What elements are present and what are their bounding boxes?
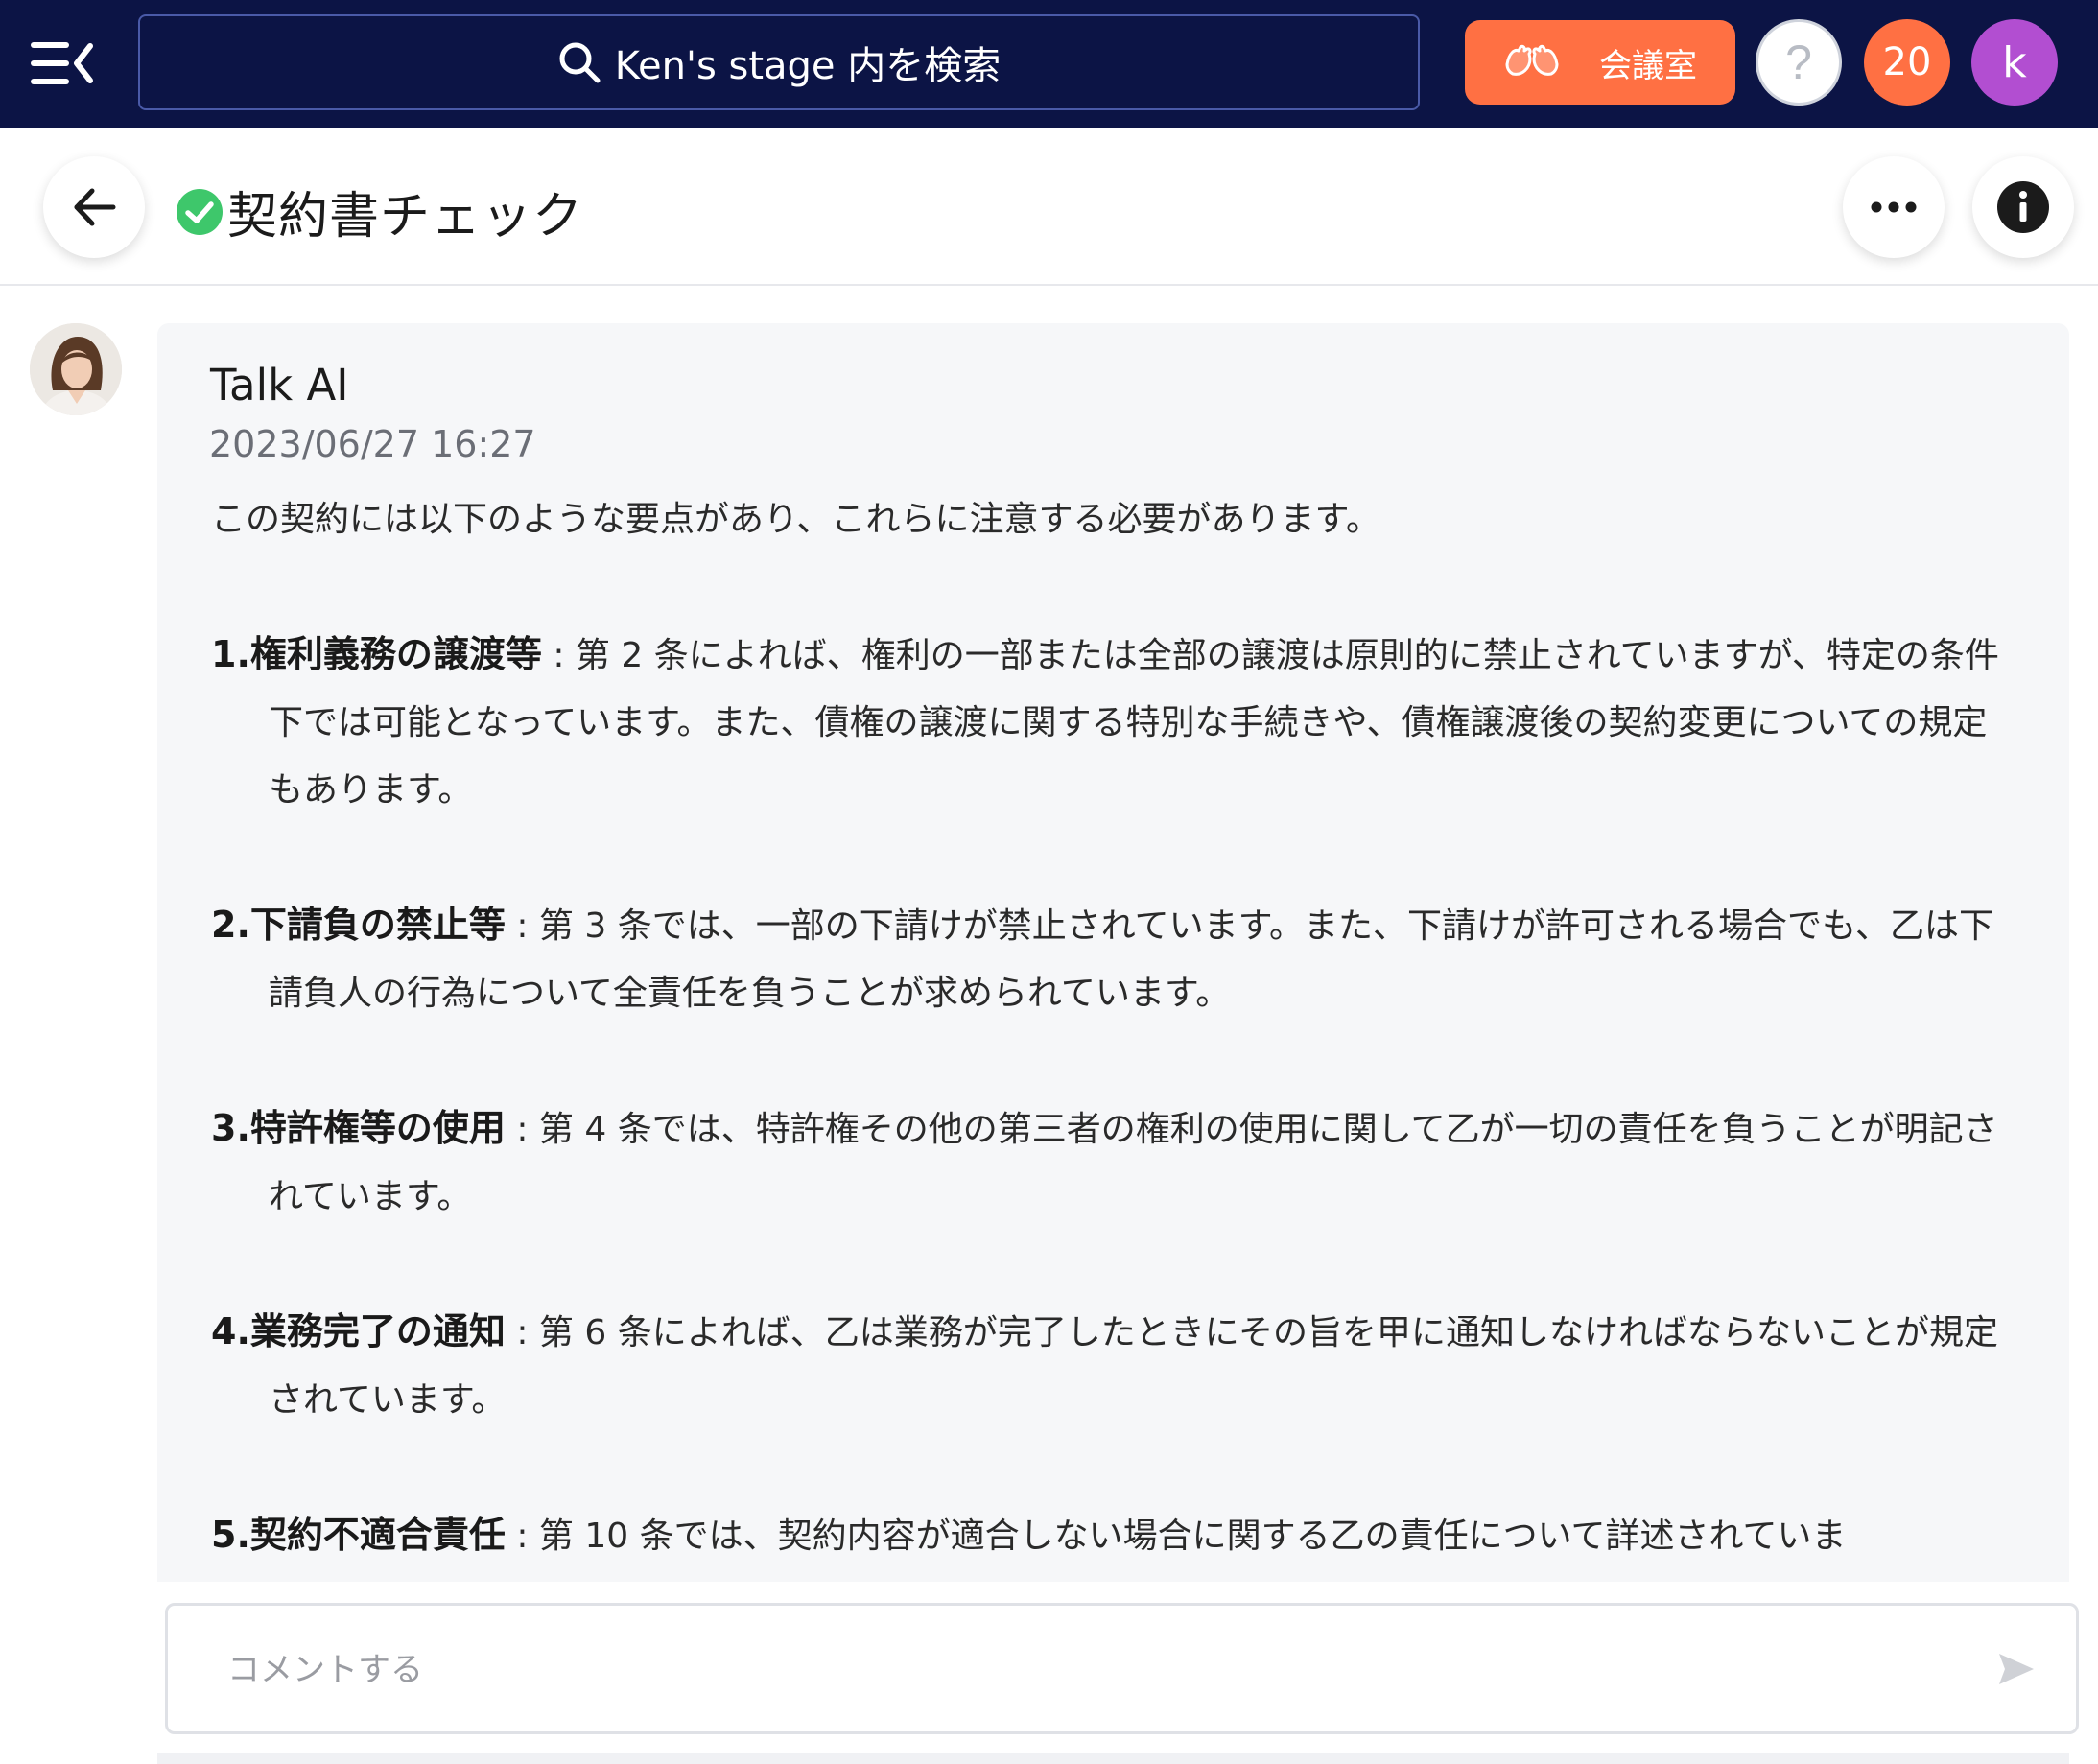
- point-number: 2.: [211, 904, 250, 946]
- message-card: Talk AI 2023/06/27 16:27 この契約には以下のような要点が…: [157, 323, 2069, 1582]
- back-button[interactable]: [43, 156, 145, 258]
- point-separator: :: [505, 906, 539, 946]
- user-avatar[interactable]: k: [1971, 19, 2058, 106]
- page-title: 契約書チェック: [227, 188, 584, 246]
- comment-box: [165, 1603, 2079, 1734]
- help-label: ?: [1785, 35, 1812, 89]
- info-button[interactable]: [1972, 156, 2074, 258]
- point-separator: :: [505, 1517, 539, 1556]
- point-number: 3.: [211, 1107, 250, 1149]
- notification-badge[interactable]: 20: [1864, 19, 1950, 106]
- point-separator: :: [505, 1313, 539, 1352]
- search-icon: [559, 42, 601, 83]
- check-circle-icon: [177, 188, 223, 235]
- point-title: 業務完了の通知: [249, 1310, 506, 1352]
- point-number: 5.: [211, 1514, 250, 1556]
- list-item: 3.特許権等の使用 : 第 4 条では、特許権その他の第三者の権利の使用に関して…: [211, 1094, 2015, 1231]
- point-number: 4.: [211, 1310, 250, 1352]
- search-input[interactable]: Ken's stage 内を検索: [138, 14, 1420, 110]
- point-title: 契約不適合責任: [249, 1514, 506, 1556]
- meeting-room-button[interactable]: 会議室: [1465, 20, 1735, 105]
- notification-count: 20: [1882, 40, 1932, 84]
- point-title: 特許権等の使用: [249, 1107, 506, 1149]
- point-title: 下請負の禁止等: [249, 904, 506, 946]
- list-item: 5.契約不適合責任 : 第 10 条では、契約内容が適合しない場合に関する乙の責…: [211, 1501, 2015, 1570]
- send-button[interactable]: [1995, 1648, 2038, 1690]
- list-item: 4.業務完了の通知 : 第 6 条によれば、乙は業務が完了したときにその旨を甲に…: [211, 1298, 2015, 1434]
- point-text: 第 10 条では、契約内容が適合しない場合に関する乙の責任について詳述されていま: [538, 1517, 1847, 1556]
- footer-strip: [157, 1753, 2069, 1764]
- user-initial: k: [2002, 37, 2027, 87]
- message-timestamp: 2023/06/27 16:27: [209, 423, 536, 465]
- more-horizontal-icon: [1871, 201, 1917, 213]
- message-body: この契約には以下のような要点があり、これらに注意する必要があります。 1.権利義…: [211, 486, 2015, 1582]
- sender-name: Talk AI: [210, 360, 349, 411]
- list-item: 1.権利義務の譲渡等 : 第 2 条によれば、権利の一部または全部の譲渡は原則的…: [211, 621, 2015, 824]
- point-separator: :: [505, 1110, 539, 1149]
- point-title: 権利義務の譲渡等: [249, 633, 542, 675]
- ai-avatar[interactable]: [30, 323, 122, 415]
- comment-input[interactable]: [225, 1606, 1956, 1733]
- point-number: 1.: [211, 633, 250, 675]
- profile-photo-icon: [30, 323, 122, 415]
- hands-icon: [1505, 44, 1559, 76]
- info-icon: [1997, 181, 2049, 233]
- send-icon: [1999, 1654, 2034, 1684]
- page-header: 契約書チェック: [0, 128, 2098, 286]
- page-title-group: 契約書チェック: [176, 176, 583, 247]
- menu-collapse-icon: [31, 42, 93, 84]
- message-intro: この契約には以下のような要点があり、これらに注意する必要があります。: [211, 500, 1380, 539]
- top-bar: Ken's stage 内を検索 会議室 ? 20 k: [0, 0, 2098, 128]
- more-options-button[interactable]: [1843, 156, 1945, 258]
- menu-collapse-button[interactable]: [27, 33, 96, 94]
- arrow-left-icon: [74, 188, 116, 226]
- help-button[interactable]: ?: [1756, 19, 1842, 106]
- list-item: 2.下請負の禁止等 : 第 3 条では、一部の下請けが禁止されています。また、下…: [211, 891, 2015, 1027]
- meeting-room-label: 会議室: [1599, 46, 1697, 85]
- search-text: Ken's stage 内を検索: [614, 44, 1002, 88]
- point-separator: :: [541, 636, 576, 675]
